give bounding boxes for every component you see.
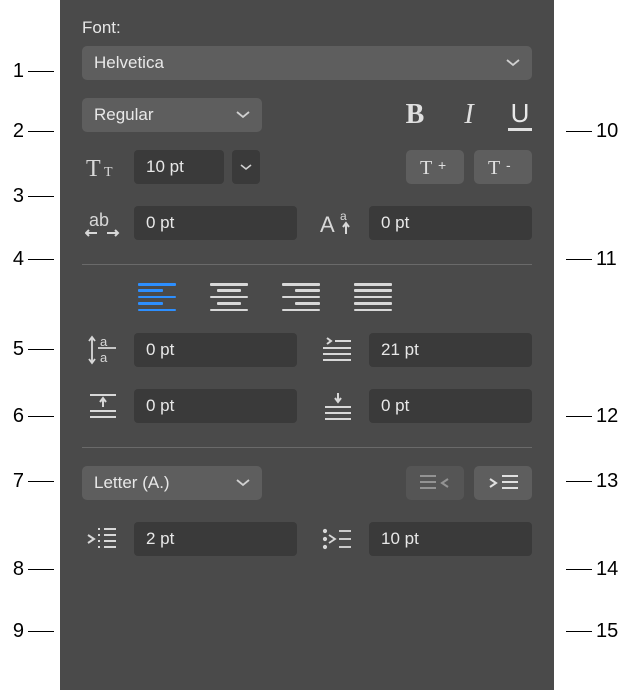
- space-before-input[interactable]: 0 pt: [134, 389, 297, 423]
- decrease-size-button[interactable]: T-: [474, 150, 532, 184]
- marker-inset-icon: [317, 522, 359, 556]
- first-line-indent-icon: [317, 333, 359, 367]
- svg-text:A: A: [320, 212, 335, 237]
- bold-button[interactable]: B: [400, 99, 430, 131]
- callout-9: 9: [0, 620, 24, 643]
- callout-12: 12: [596, 405, 626, 428]
- svg-text:ab: ab: [89, 210, 109, 230]
- align-center-button[interactable]: [210, 283, 248, 311]
- svg-text:+: +: [438, 157, 446, 173]
- underline-button[interactable]: U: [508, 100, 532, 131]
- svg-text:T: T: [420, 157, 432, 178]
- svg-text:-: -: [506, 157, 511, 173]
- svg-text:T: T: [488, 157, 500, 178]
- increase-size-button[interactable]: T+: [406, 150, 464, 184]
- line-spacing-icon: a a: [82, 333, 124, 367]
- first-line-indent-input[interactable]: 21 pt: [369, 333, 532, 367]
- callout-8: 8: [0, 558, 24, 581]
- callout-6: 6: [0, 405, 24, 428]
- font-style-dropdown[interactable]: Regular: [82, 98, 262, 132]
- font-size-icon: TT: [82, 150, 124, 184]
- callout-3: 3: [0, 185, 24, 208]
- baseline-input[interactable]: 0 pt: [369, 206, 532, 240]
- callout-2: 2: [0, 120, 24, 143]
- svg-text:T: T: [104, 165, 113, 180]
- list-format-value: Letter (A.): [94, 473, 170, 493]
- svg-text:T: T: [86, 156, 101, 180]
- font-family-value: Helvetica: [94, 53, 164, 73]
- space-after-icon: [317, 389, 359, 423]
- space-before-icon: [82, 389, 124, 423]
- marker-inset-input[interactable]: 10 pt: [369, 522, 532, 556]
- font-style-value: Regular: [94, 105, 154, 125]
- font-family-dropdown[interactable]: Helvetica: [82, 46, 532, 80]
- callout-5: 5: [0, 338, 24, 361]
- callout-4: 4: [0, 248, 24, 271]
- svg-text:a: a: [100, 334, 108, 349]
- divider: [82, 447, 532, 448]
- list-format-dropdown[interactable]: Letter (A.): [82, 466, 262, 500]
- text-inspector-panel: Font: Helvetica Regular B I U TT 10 pt: [60, 0, 554, 690]
- svg-text:a: a: [340, 209, 347, 223]
- callout-1: 1: [0, 60, 24, 83]
- font-label: Font:: [82, 18, 532, 38]
- tracking-input[interactable]: 0 pt: [134, 206, 297, 240]
- callout-10: 10: [596, 120, 626, 143]
- space-after-input[interactable]: 0 pt: [369, 389, 532, 423]
- callout-13: 13: [596, 470, 626, 493]
- text-inset-input[interactable]: 2 pt: [134, 522, 297, 556]
- line-spacing-input[interactable]: 0 pt: [134, 333, 297, 367]
- font-size-input[interactable]: 10 pt: [134, 150, 224, 184]
- svg-text:a: a: [100, 350, 108, 365]
- callout-11: 11: [596, 248, 626, 271]
- chevron-down-icon: [506, 56, 520, 70]
- font-size-stepper[interactable]: [232, 150, 260, 184]
- chevron-down-icon: [236, 108, 250, 122]
- text-inset-icon: [82, 522, 124, 556]
- align-justify-button[interactable]: [354, 283, 392, 311]
- callout-14: 14: [596, 558, 626, 581]
- callout-7: 7: [0, 470, 24, 493]
- align-left-button[interactable]: [138, 283, 176, 311]
- callout-15: 15: [596, 620, 626, 643]
- chevron-down-icon: [236, 476, 250, 490]
- indent-button[interactable]: [474, 466, 532, 500]
- align-right-button[interactable]: [282, 283, 320, 311]
- divider: [82, 264, 532, 265]
- italic-button[interactable]: I: [454, 99, 484, 131]
- outdent-button[interactable]: [406, 466, 464, 500]
- baseline-icon: A a: [317, 206, 359, 240]
- tracking-icon: ab: [82, 206, 124, 240]
